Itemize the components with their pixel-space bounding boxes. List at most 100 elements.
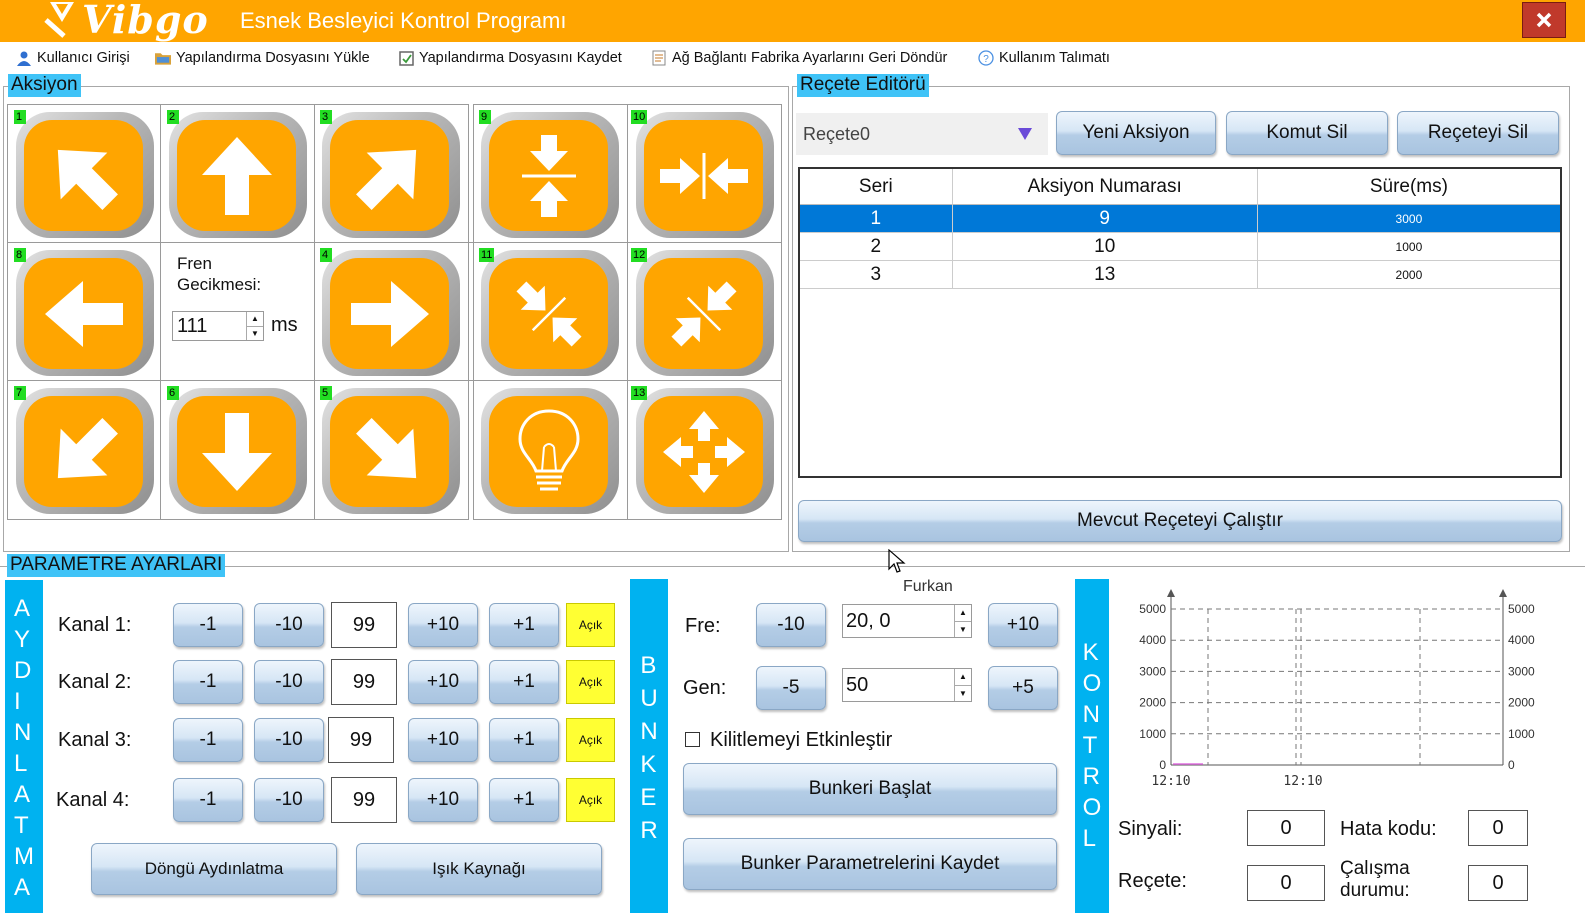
light-button[interactable]	[481, 388, 619, 514]
action-button-9[interactable]	[481, 112, 619, 238]
kontrol.letters-letter: O	[1082, 794, 1102, 821]
gen-increase-button[interactable]: +5	[988, 666, 1058, 710]
save-bunker-params-button[interactable]: Bunker Parametrelerini Kaydet	[683, 838, 1057, 890]
channel-label: Kanal 4:	[56, 789, 130, 811]
channel-plus-10-button[interactable]: +10	[408, 778, 478, 822]
action-button-4[interactable]	[322, 250, 460, 376]
action-button-12[interactable]	[636, 250, 774, 376]
action-number-5: 5	[320, 386, 332, 400]
spin-up-icon[interactable]: ▲	[247, 312, 263, 327]
channel-plus-1-button[interactable]: +1	[489, 778, 559, 822]
action-number-12: 12	[631, 248, 648, 262]
action-number-3: 3	[320, 110, 332, 124]
channel-minus-1-button[interactable]: -1	[173, 660, 243, 704]
channel-value-input[interactable]: 99	[331, 602, 397, 648]
channel-label: Kanal 3:	[58, 729, 132, 751]
fre-value[interactable]: 20, 0	[843, 605, 954, 637]
action-number-9: 9	[479, 110, 491, 124]
gen-label: Gen:	[683, 677, 727, 699]
channel-value-input[interactable]: 99	[331, 659, 397, 705]
lock-checkbox-label[interactable]: Kilitlemeyi Etkinleştir	[710, 729, 892, 752]
action-button-6[interactable]	[169, 388, 307, 514]
column-header-sure[interactable]: Süre(ms)	[1257, 169, 1560, 205]
action-button-1[interactable]	[16, 112, 154, 238]
action-button-11[interactable]	[481, 250, 619, 376]
channel-toggle-button[interactable]: Açık	[566, 660, 615, 704]
channel-minus-1-button[interactable]: -1	[173, 778, 243, 822]
spin-down-icon[interactable]: ▼	[247, 327, 263, 341]
parametre.aydinlatma_letters-letter: I	[14, 688, 21, 715]
spin-up-icon[interactable]: ▲	[955, 669, 971, 686]
menu-help[interactable]: ? Kullanım Talımatı	[978, 48, 1110, 68]
action-button-7[interactable]	[16, 388, 154, 514]
overlay-username: Furkan	[903, 578, 953, 595]
action-button-10[interactable]	[636, 112, 774, 238]
cycle-lighting-button[interactable]: Döngü Aydınlatma	[91, 843, 337, 895]
channel-minus-1-button[interactable]: -1	[173, 603, 243, 647]
gen-value[interactable]: 50	[843, 669, 954, 701]
spin-down-icon[interactable]: ▼	[955, 686, 971, 702]
channel-toggle-button[interactable]: Açık	[566, 603, 615, 647]
channel-value-input[interactable]: 99	[331, 777, 397, 823]
close-button[interactable]	[1522, 2, 1566, 38]
action-button-5[interactable]	[322, 388, 460, 514]
channel-minus-10-button[interactable]: -10	[254, 718, 324, 762]
table-row[interactable]: 2 10 1000	[800, 233, 1560, 261]
channel-toggle-button[interactable]: Açık	[566, 718, 615, 762]
menu-load-config[interactable]: Yapılandırma Dosyasını Yükle	[155, 48, 370, 68]
menu-factory-reset[interactable]: Ağ Bağlantı Fabrika Ayarlarını Geri Dönd…	[651, 48, 947, 68]
spin-up-icon[interactable]: ▲	[955, 605, 971, 622]
channel-toggle-button[interactable]: Açık	[566, 778, 615, 822]
menu-login[interactable]: Kullanıcı Girişi	[16, 48, 130, 68]
brake-delay-spinbox[interactable]: 111 ▲ ▼	[172, 311, 264, 341]
channel-plus-10-button[interactable]: +10	[408, 718, 478, 762]
table-row[interactable]: 1 9 3000	[800, 205, 1560, 233]
delete-command-button[interactable]: Komut Sil	[1226, 111, 1388, 155]
bunker.letters-letter: R	[640, 817, 658, 844]
channel-plus-10-button[interactable]: +10	[408, 603, 478, 647]
action-button-3[interactable]	[322, 112, 460, 238]
chart-axis-arrow-left	[1167, 589, 1175, 597]
parametre.aydinlatma_letters-letter: L	[14, 750, 28, 777]
fre-spinbox[interactable]: 20, 0 ▲ ▼	[842, 604, 972, 638]
channel-minus-1-button[interactable]: -1	[173, 718, 243, 762]
brake-delay-value[interactable]: 111	[173, 312, 246, 340]
action-button-13[interactable]	[636, 388, 774, 514]
arrow-up-left-icon	[57, 149, 118, 210]
run-recipe-button[interactable]: Mevcut Reçeteyi Çalıştır	[798, 500, 1562, 542]
channel-plus-1-button[interactable]: +1	[489, 660, 559, 704]
action-button-8[interactable]	[16, 250, 154, 376]
start-bunker-button[interactable]: Bunkeri Başlat	[683, 763, 1057, 815]
grid-line	[314, 104, 315, 520]
fre-decrease-button[interactable]: -10	[756, 603, 826, 647]
channel-plus-1-button[interactable]: +1	[489, 718, 559, 762]
action-number-8: 8	[14, 248, 26, 262]
light-source-button[interactable]: Işık Kaynağı	[356, 843, 602, 895]
channel-minus-10-button[interactable]: -10	[254, 603, 324, 647]
recipe-select[interactable]: Reçete0	[796, 113, 1048, 155]
table-row[interactable]: 3 13 2000	[800, 261, 1560, 289]
menu-save-config[interactable]: Yapılandırma Dosyasını Kaydet	[398, 48, 622, 68]
channel-plus-1-button[interactable]: +1	[489, 603, 559, 647]
fre-increase-button[interactable]: +10	[988, 603, 1058, 647]
arrow-up-icon	[201, 136, 272, 215]
fre-label: Fre:	[685, 615, 721, 637]
table-header: Seri Aksiyon Numarası Süre(ms)	[800, 169, 1560, 205]
action-number-1: 1	[14, 110, 26, 124]
gen-spinbox[interactable]: 50 ▲ ▼	[842, 668, 972, 702]
channel-minus-10-button[interactable]: -10	[254, 778, 324, 822]
channel-value-input[interactable]: 99	[328, 717, 394, 763]
spin-down-icon[interactable]: ▼	[955, 622, 971, 638]
delete-recipe-button[interactable]: Reçeteyi Sil	[1397, 111, 1559, 155]
mouse-cursor-icon	[888, 549, 906, 573]
column-header-seri[interactable]: Seri	[800, 169, 953, 205]
channel-plus-10-button[interactable]: +10	[408, 660, 478, 704]
gen-decrease-button[interactable]: -5	[756, 666, 826, 710]
lock-checkbox[interactable]	[685, 732, 700, 747]
new-action-button[interactable]: Yeni Aksiyon	[1056, 111, 1216, 155]
channel-minus-10-button[interactable]: -10	[254, 660, 324, 704]
parametre.aydinlatma_letters-letter: A	[14, 595, 31, 622]
kontrol.letters-letter: N	[1082, 701, 1100, 728]
column-header-aksiyon[interactable]: Aksiyon Numarası	[952, 169, 1258, 205]
action-button-2[interactable]	[169, 112, 307, 238]
